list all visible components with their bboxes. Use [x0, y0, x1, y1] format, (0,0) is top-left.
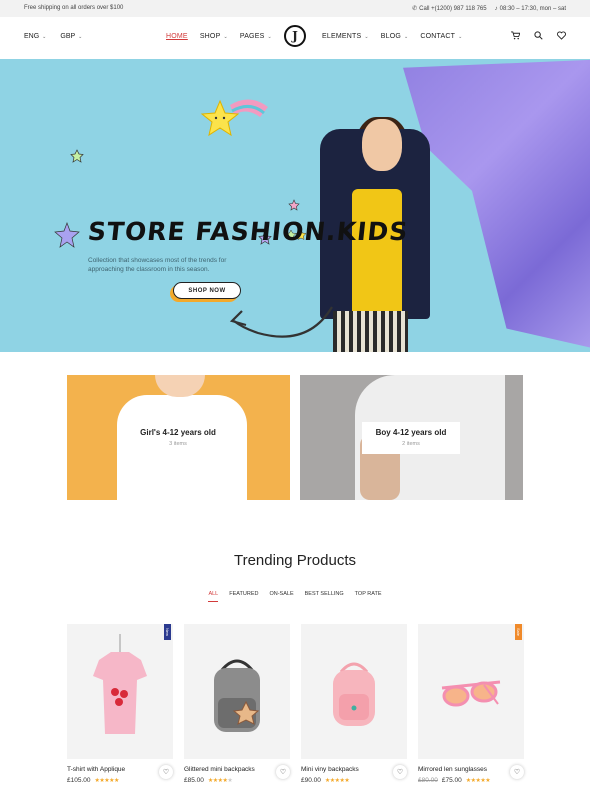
wishlist-heart-icon[interactable]: ♡ [510, 765, 524, 779]
chevron-down-icon: ⌄ [42, 34, 47, 40]
category-title: Girl's 4-12 years old [140, 428, 216, 437]
curved-arrow-icon [229, 306, 333, 338]
star-sticker-icon [200, 99, 268, 137]
nav-blog[interactable]: BLOG ⌄ [381, 33, 409, 40]
nav-elements[interactable]: ELEMENTS ⌄ [322, 33, 369, 40]
sunglasses-graphic [441, 680, 501, 707]
product-price: £105.00 [67, 777, 91, 784]
small-star-icon [288, 199, 300, 211]
hero-banner: STORE FASHION.KIDS Collection that showc… [0, 59, 590, 352]
hero-title: STORE FASHION.KIDS [86, 217, 410, 246]
category-title: Boy 4-12 years old [375, 428, 447, 437]
product-price: £75.00 [441, 777, 462, 784]
product-image[interactable] [301, 624, 407, 759]
small-star-icon [70, 149, 84, 163]
main-nav-left: HOME SHOP ⌄ PAGES ⌄ [166, 33, 272, 40]
product-card[interactable]: New T-shirt with Applique £105.00 ★★★★★ ♡ [67, 624, 173, 784]
category-boys[interactable]: Boy 4-12 years old 2 items [300, 375, 523, 500]
wishlist-heart-icon[interactable]: ♡ [393, 765, 407, 779]
hero-model-face [362, 119, 402, 171]
tab-featured[interactable]: FEATURED [229, 591, 258, 602]
product-name[interactable]: Glittered mini backpacks [184, 766, 255, 773]
tab-all[interactable]: ALL [208, 591, 219, 602]
rating-stars: ★★★★★ [465, 778, 491, 784]
shipping-notice: Free shipping on all orders over $100 [24, 5, 124, 11]
main-nav-right: ELEMENTS ⌄ BLOG ⌄ CONTACT ⌄ [322, 33, 463, 40]
product-price: £90.00 [301, 777, 321, 784]
chevron-down-icon: ⌄ [78, 34, 83, 40]
chevron-down-icon: ⌄ [223, 34, 228, 40]
product-name[interactable]: Mirrored len sunglasses [418, 766, 487, 773]
wishlist-heart-icon[interactable]: ♡ [159, 765, 173, 779]
product-image[interactable]: New [67, 624, 173, 759]
bell-icon: ♪ [494, 5, 498, 12]
tab-on-sale[interactable]: ON-SALE [269, 591, 293, 602]
locale-selectors: ENG ⌄ GBP ⌄ [24, 33, 82, 40]
shop-now-button[interactable]: SHOP NOW [173, 282, 241, 299]
currency-select[interactable]: GBP ⌄ [60, 33, 82, 40]
backpack-graphic [214, 659, 260, 732]
nav-home[interactable]: HOME [166, 33, 188, 40]
tab-best-selling[interactable]: BEST SELLING [305, 591, 344, 602]
top-bar: Free shipping on all orders over $100 ✆ C… [0, 0, 590, 17]
product-card[interactable]: Glittered mini backpacks £85.00 ★★★★★ ♡ [184, 624, 290, 784]
topbar-contact: ✆ Call +(1200) 987 118 765 ♪ 08:30 – 17:30… [412, 5, 566, 13]
product-price: £85.00 [184, 777, 204, 784]
product-image[interactable]: Sale [418, 624, 524, 759]
nav-shop[interactable]: SHOP ⌄ [200, 33, 228, 40]
product-name[interactable]: T-shirt with Applique [67, 766, 125, 773]
chevron-down-icon: ⌄ [267, 34, 272, 40]
header-actions [511, 31, 566, 42]
product-name[interactable]: Mini viny backpacks [301, 766, 359, 773]
rating-stars: ★★★★★ [94, 778, 120, 784]
opening-hours: 08:30 – 17:30, mon – sat [499, 5, 566, 12]
product-tabs: ALL FEATURED ON-SALE BEST SELLING TOP RA… [0, 591, 590, 602]
cart-icon[interactable] [511, 31, 521, 42]
product-card[interactable]: Mini viny backpacks £90.00 ★★★★★ ♡ [301, 624, 407, 784]
backpack-graphic [333, 662, 375, 726]
chevron-down-icon: ⌄ [404, 34, 409, 40]
product-old-price: £80.00 [418, 777, 438, 784]
chevron-down-icon: ⌄ [458, 34, 463, 40]
sale-badge: Sale [515, 624, 522, 640]
category-label: Girl's 4-12 years old 3 items [129, 422, 227, 454]
tshirt-graphic [93, 634, 147, 734]
category-girls[interactable]: Girl's 4-12 years old 3 items [67, 375, 290, 500]
site-header: ENG ⌄ GBP ⌄ HOME SHOP ⌄ PAGES ⌄ J ELEMENTS ⌄ … [0, 17, 590, 59]
wishlist-heart-icon[interactable]: ♡ [276, 765, 290, 779]
nav-pages[interactable]: PAGES ⌄ [240, 33, 272, 40]
purple-star-icon [54, 222, 80, 248]
search-icon[interactable] [534, 31, 543, 42]
language-select[interactable]: ENG ⌄ [24, 33, 46, 40]
phone-icon: ✆ [412, 6, 418, 12]
chevron-down-icon: ⌄ [364, 34, 369, 40]
hero-description: Collection that showcases most of the tr… [88, 257, 227, 273]
section-title: Trending Products [233, 552, 356, 569]
category-count: 3 items [169, 441, 187, 447]
category-label: Boy 4-12 years old 2 items [362, 422, 460, 454]
rating-stars: ★★★★★ [207, 778, 233, 784]
site-logo[interactable]: J [284, 25, 306, 47]
tab-top-rate[interactable]: TOP RATE [355, 591, 382, 602]
girl-face-graphic [155, 375, 205, 397]
hero-model-sweater [352, 189, 402, 319]
rating-stars: ★★★★★ [324, 778, 350, 784]
new-badge: New [164, 624, 171, 640]
category-count: 2 items [402, 441, 420, 447]
heart-icon[interactable] [557, 31, 566, 42]
product-card[interactable]: Sale Mirrored len sunglasses £80.00 £75.0… [418, 624, 524, 784]
nav-contact[interactable]: CONTACT ⌄ [420, 33, 462, 40]
product-image[interactable] [184, 624, 290, 759]
hero-model-skirt [333, 311, 408, 352]
phone-number[interactable]: Call +(1200) 987 118 765 [419, 6, 486, 12]
